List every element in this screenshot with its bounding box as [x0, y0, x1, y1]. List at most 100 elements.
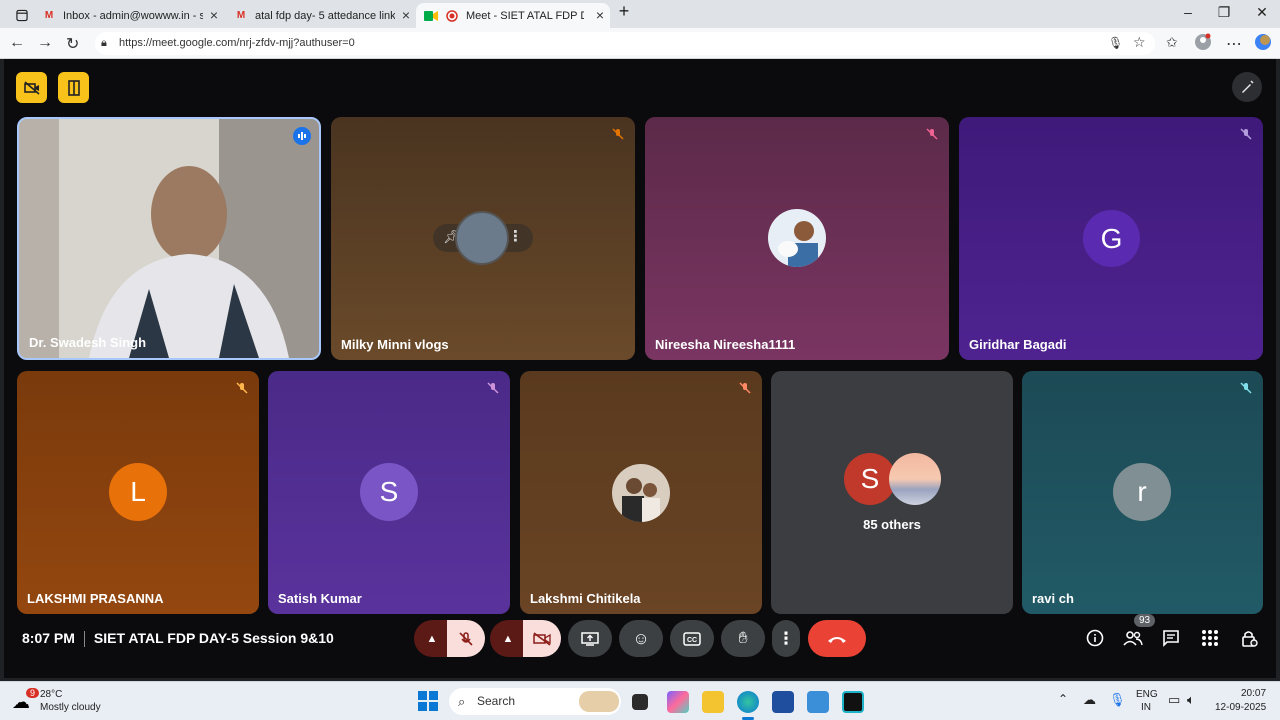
windows-taskbar: ☁︎ 9 28°C Mostly cloudy ⌕ Search ⌃ ☁︎ 🎙︎…	[0, 681, 1280, 720]
meet-stage: Dr. Swadesh Singh 📌︎ ⋮ Milky Minni vlogs…	[4, 59, 1276, 678]
reactions-button[interactable]: ☺	[619, 620, 663, 657]
edge-browser-icon[interactable]	[737, 691, 759, 713]
people-button[interactable]	[1122, 629, 1144, 652]
host-controls-icon[interactable]	[1240, 629, 1258, 652]
meet-icon	[424, 9, 438, 23]
mic-off-icon	[923, 125, 941, 143]
language-indicator[interactable]: ENG	[1136, 689, 1158, 700]
star-icon[interactable]: ☆	[1133, 34, 1146, 51]
task-view-icon[interactable]	[632, 694, 648, 710]
gmail-icon: M	[236, 10, 246, 21]
tab-actions-button[interactable]	[8, 3, 28, 28]
site-info-icon[interactable]: 🔒︎	[101, 32, 107, 55]
participant-name: LAKSHMI PRASANNA	[27, 591, 164, 606]
captions-icon: CC	[683, 631, 701, 646]
windows-logo-icon	[418, 691, 438, 711]
participant-name: Nireesha Nireesha1111	[655, 337, 796, 352]
favorites-icon[interactable]: ✩	[1166, 34, 1178, 51]
photos-icon[interactable]	[807, 691, 829, 713]
forward-arrow-icon[interactable]: →	[37, 34, 53, 52]
tab-title: Meet - SIET ATAL FDP DAY-5	[466, 9, 584, 22]
participant-name: ravi ch	[1032, 591, 1074, 606]
others-tile[interactable]: S 85 others	[771, 371, 1013, 614]
participant-name: Lakshmi Chitikela	[530, 591, 641, 606]
leave-call-button[interactable]	[808, 620, 866, 657]
reload-icon[interactable]: ↻	[66, 34, 79, 54]
people-icon	[1123, 631, 1143, 646]
weather-widget[interactable]: ☁︎ 9 28°C Mostly cloudy	[12, 688, 162, 716]
activities-icon[interactable]	[1201, 629, 1219, 652]
taskbar-search[interactable]: ⌕ Search	[449, 688, 621, 715]
camera-toggle-button[interactable]	[523, 620, 561, 657]
chevron-up-icon[interactable]: ⌃	[1058, 692, 1068, 706]
file-explorer-icon[interactable]	[702, 691, 724, 713]
speaking-indicator-icon	[293, 127, 311, 145]
participant-avatar	[455, 211, 509, 265]
participant-tile[interactable]: G Giridhar Bagadi	[959, 117, 1263, 360]
meeting-title: SIET ATAL FDP DAY-5 Session 9&10	[93, 630, 334, 646]
mic-off-icon	[1237, 125, 1255, 143]
more-options-button[interactable]: ⋮	[772, 620, 800, 657]
meeting-time: 8:07 PM	[22, 630, 75, 646]
participant-tile[interactable]: Dr. Swadesh Singh	[17, 117, 321, 360]
clock-date: 12-09-2025	[1215, 702, 1267, 713]
participant-tile[interactable]: Lakshmi Chitikela	[520, 371, 762, 614]
region-indicator: IN	[1141, 702, 1151, 713]
close-tab-icon[interactable]: ×	[596, 7, 604, 23]
captions-button[interactable]: CC	[670, 620, 714, 657]
close-window-button[interactable]: ✕	[1244, 4, 1280, 21]
app-icon[interactable]	[842, 691, 864, 713]
present-screen-button[interactable]	[568, 620, 612, 657]
microphone-toggle-button[interactable]	[447, 620, 485, 657]
raise-hand-button[interactable]: ✋︎	[721, 620, 765, 657]
participant-name: Milky Minni vlogs	[341, 337, 449, 352]
avatar-photo	[778, 221, 818, 267]
avatar-photo	[622, 478, 660, 522]
camera-off-indicator-button[interactable]	[16, 72, 47, 103]
copilot-icon[interactable]	[1254, 33, 1272, 56]
network-icon[interactable]: ▭	[1168, 692, 1180, 708]
address-toolbar: ← → ↻ 🔒︎ https://meet.google.com/nrj-zfd…	[0, 28, 1280, 59]
address-field[interactable]: 🔒︎ https://meet.google.com/nrj-zfdv-mjj?…	[95, 32, 1155, 55]
more-menu-icon[interactable]: ⋯	[1226, 34, 1242, 54]
new-tab-button[interactable]: +	[606, 1, 642, 22]
profile-avatar[interactable]	[1194, 33, 1212, 56]
participant-avatar: S	[360, 463, 418, 521]
maximize-button[interactable]: ❐	[1206, 4, 1242, 21]
close-tab-icon[interactable]: ×	[210, 7, 218, 23]
back-arrow-icon[interactable]: ←	[9, 34, 25, 52]
mic-off-icon	[233, 379, 251, 397]
mic-off-icon	[609, 125, 627, 143]
participant-name: Dr. Swadesh Singh	[29, 335, 147, 350]
participant-tile[interactable]: 📌︎ ⋮ Milky Minni vlogs	[331, 117, 635, 360]
companion-mode-button[interactable]	[58, 72, 89, 103]
participant-tile[interactable]: Nireesha Nireesha1111	[645, 117, 949, 360]
microphone-icon[interactable]: 🎙︎	[1108, 36, 1123, 50]
more-options-icon[interactable]: ⋮	[508, 227, 523, 245]
store-icon[interactable]	[772, 691, 794, 713]
microphone-icon[interactable]: 🎙︎	[1109, 692, 1126, 708]
participant-tile[interactable]: r ravi ch	[1022, 371, 1263, 614]
participant-avatar: r	[1113, 463, 1171, 521]
clock-time[interactable]: 20:07	[1241, 688, 1266, 699]
close-tab-icon[interactable]: ×	[402, 7, 410, 23]
onedrive-icon[interactable]: ☁︎	[1083, 692, 1096, 708]
start-button[interactable]	[418, 691, 438, 716]
copilot-app-icon[interactable]	[667, 691, 689, 713]
more-vertical-icon: ⋮	[777, 628, 795, 648]
meeting-details-icon[interactable]	[1086, 629, 1104, 652]
tab-attendance[interactable]: M atal fdp day- 5 attedance link - at ×	[226, 3, 416, 28]
tab-meet[interactable]: Meet - SIET ATAL FDP DAY-5 ×	[416, 3, 610, 28]
minimize-button[interactable]: –	[1170, 4, 1206, 20]
participant-tile[interactable]: L LAKSHMI PRASANNA	[17, 371, 259, 614]
present-icon	[581, 631, 599, 646]
mic-off-icon	[736, 379, 754, 397]
whiteboard-button[interactable]	[1232, 72, 1262, 102]
audio-options-button[interactable]: ▲	[414, 620, 450, 657]
video-options-button[interactable]: ▲	[490, 620, 526, 657]
weather-temp: 28°C	[40, 689, 63, 700]
chat-icon[interactable]	[1162, 629, 1180, 652]
tab-inbox[interactable]: M Inbox - admin@wowww.in - sling ×	[34, 3, 224, 28]
volume-icon[interactable]: 🔈︎	[1187, 692, 1195, 708]
participant-tile[interactable]: S Satish Kumar	[268, 371, 510, 614]
